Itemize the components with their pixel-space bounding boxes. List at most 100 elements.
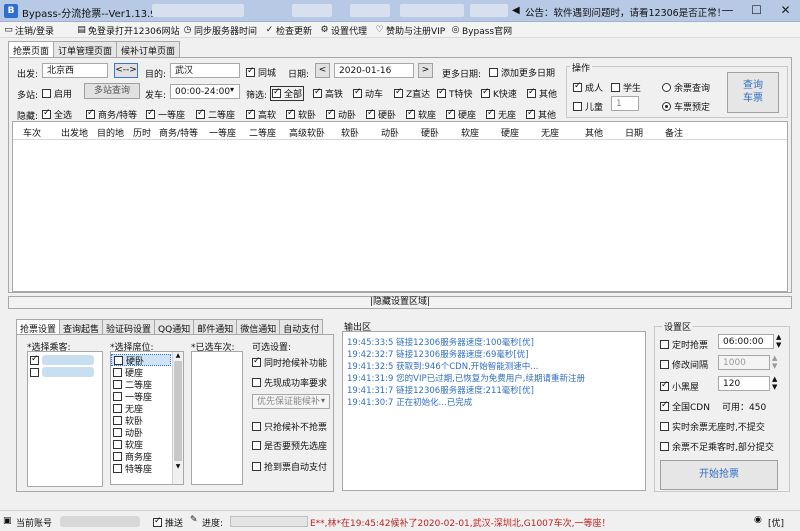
option-choose-seat[interactable]: 是否要预先选座 (252, 439, 327, 452)
swap-stations-button[interactable]: <--> (114, 63, 138, 78)
col-from[interactable]: 出发地 (61, 126, 88, 139)
scroll-thumb[interactable] (174, 361, 182, 461)
hide-dongwo-check[interactable] (326, 108, 335, 119)
priority-select[interactable]: 优先保证能候补 (252, 394, 330, 409)
hide-all-checkbox[interactable]: 全选 (42, 108, 72, 121)
date-prev-button[interactable]: < (315, 63, 330, 78)
to-station-input[interactable]: 武汉 (170, 63, 240, 78)
hide-soft-sleeper[interactable]: 软卧 (286, 108, 316, 121)
hide-hard-seat-check[interactable] (446, 108, 455, 119)
minimize-button[interactable]: — (713, 0, 742, 22)
col-no-seat[interactable]: 无座 (541, 126, 559, 139)
realtime-no-seat-checkbox[interactable]: 实时余票无座时,不提交 (660, 420, 765, 433)
col-date[interactable]: 日期 (625, 126, 643, 139)
child-check[interactable] (573, 102, 582, 111)
date-input[interactable]: 2020-01-16 (334, 63, 414, 78)
passenger-item[interactable] (28, 354, 102, 366)
col-dongwo[interactable]: 动卧 (381, 126, 399, 139)
seat-check[interactable] (114, 355, 123, 365)
hide-business-check[interactable] (86, 108, 95, 119)
hide-all-check[interactable] (42, 108, 51, 119)
booking-radio[interactable]: 车票预定 (662, 100, 710, 113)
option-simultaneous-check[interactable] (252, 356, 261, 367)
seat-check[interactable] (113, 415, 122, 425)
seat-item-hard-sleeper[interactable]: 硬卧 (111, 354, 171, 367)
date-next-button[interactable]: > (418, 63, 433, 78)
menu-check-update[interactable]: ✓ 检查更新 (265, 24, 312, 38)
col-second-class[interactable]: 二等座 (249, 126, 276, 139)
col-to[interactable]: 目的地 (97, 126, 124, 139)
filter-dongche[interactable]: 动车 (353, 87, 383, 100)
hide-soft-seat-check[interactable] (406, 108, 415, 119)
filter-gaotie[interactable]: 高铁 (313, 87, 343, 100)
student-checkbox[interactable]: 学生 (611, 81, 641, 94)
remaining-query-radio[interactable]: 余票查询 (662, 81, 710, 94)
global-cdn-check[interactable] (660, 400, 669, 411)
enable-multi-check[interactable] (42, 89, 51, 98)
hide-other-check[interactable] (526, 108, 535, 119)
blackroom-check[interactable] (660, 380, 669, 391)
selected-trains-list[interactable] (191, 351, 243, 485)
hide-soft-sleeper-check[interactable] (286, 108, 295, 119)
col-hard-seat[interactable]: 硬座 (501, 126, 519, 139)
col-deluxe-soft[interactable]: 高级软卧 (289, 126, 325, 139)
hide-hard-sleeper-check[interactable] (366, 108, 375, 119)
tab-auto-pay[interactable]: 自动支付 (279, 319, 324, 335)
tab-grab-settings[interactable]: 抢票设置 (16, 319, 61, 335)
passenger-check[interactable] (30, 354, 39, 365)
filter-dongche-check[interactable] (353, 87, 362, 98)
tab-grab-tickets[interactable]: 抢票页面 (8, 41, 55, 58)
col-remark[interactable]: 备注 (665, 126, 683, 139)
filter-kuaisu[interactable]: K快速 (481, 87, 517, 100)
menu-sponsor[interactable]: ♡ 赞助与注册VIP (375, 24, 445, 38)
blackroom-checkbox[interactable]: 小黑屋 (660, 380, 699, 393)
seat-check[interactable] (113, 403, 122, 413)
enable-multi-checkbox[interactable]: 启用 (42, 87, 72, 100)
col-soft-sleeper[interactable]: 软卧 (341, 126, 359, 139)
seat-check[interactable] (113, 367, 122, 377)
from-station-input[interactable]: 北京西 (42, 63, 108, 78)
filter-zhida-check[interactable] (394, 87, 403, 98)
hide-first-class[interactable]: 一等座 (146, 108, 185, 121)
hide-soft-seat[interactable]: 软座 (406, 108, 436, 121)
tab-captcha[interactable]: 验证码设置 (102, 319, 156, 335)
student-check[interactable] (611, 83, 620, 92)
seat-check[interactable] (113, 379, 122, 389)
timed-grab-check[interactable] (660, 340, 669, 349)
interval-input[interactable]: 1000 (718, 355, 770, 370)
seat-check[interactable] (113, 451, 122, 461)
hide-second-class[interactable]: 二等座 (196, 108, 235, 121)
hide-no-seat-check[interactable] (486, 108, 495, 119)
adult-check[interactable] (573, 81, 582, 92)
hide-hard-sleeper[interactable]: 硬卧 (366, 108, 396, 121)
same-city-check[interactable] (246, 66, 255, 77)
passenger-list[interactable] (27, 351, 103, 487)
remaining-query-radio-dot[interactable] (662, 83, 671, 92)
menu-proxy[interactable]: ⚙ 设置代理 (320, 24, 367, 38)
scroll-up-icon[interactable]: ▲ (173, 352, 183, 359)
filter-tekuai[interactable]: T特快 (437, 87, 473, 100)
seat-check[interactable] (113, 463, 122, 473)
col-duration[interactable]: 历时 (133, 126, 151, 139)
passenger-check[interactable] (30, 367, 39, 377)
close-button[interactable]: ✕ (771, 0, 800, 22)
same-city-checkbox[interactable]: 同城 (246, 66, 276, 79)
option-auto-pay-check[interactable] (252, 462, 261, 471)
tab-orders[interactable]: 订单管理页面 (53, 41, 118, 57)
passenger-item[interactable] (28, 366, 102, 378)
hide-deluxe-soft[interactable]: 高软 (246, 108, 276, 121)
scroll-down-icon[interactable]: ▼ (173, 463, 183, 470)
hide-settings-splitter[interactable]: |隐藏设置区域| (8, 296, 792, 309)
start-grab-button[interactable]: 开始抢票 (660, 460, 778, 490)
seat-check[interactable] (113, 427, 122, 437)
col-business[interactable]: 商务/特等 (159, 126, 198, 139)
seat-check[interactable] (113, 391, 122, 401)
hide-first-class-check[interactable] (146, 108, 155, 119)
global-cdn-checkbox[interactable]: 全国CDN (660, 400, 710, 413)
timed-grab-input[interactable]: 06:00:00 (718, 334, 774, 349)
adult-checkbox[interactable]: 成人 (573, 81, 603, 94)
col-soft-seat[interactable]: 软座 (461, 126, 479, 139)
filter-gaotie-check[interactable] (313, 87, 322, 98)
filter-zhida[interactable]: Z直达 (394, 87, 430, 100)
hide-hard-seat[interactable]: 硬座 (446, 108, 476, 121)
